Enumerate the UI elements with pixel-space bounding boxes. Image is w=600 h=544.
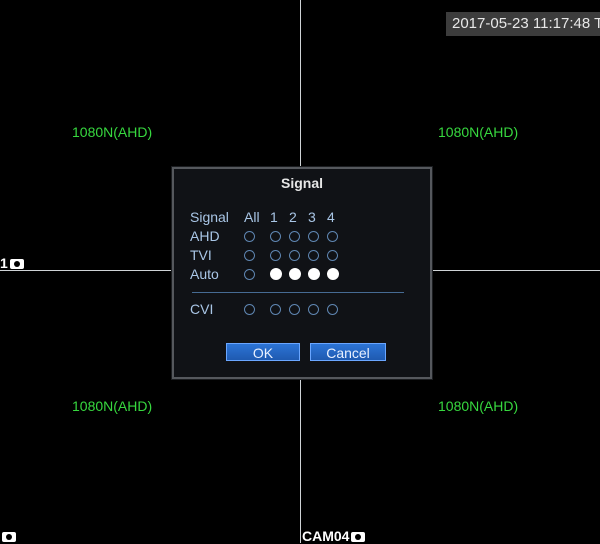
radio-tvi-all[interactable] xyxy=(244,250,255,261)
dialog-title: Signal xyxy=(280,175,323,191)
cancel-button[interactable]: Cancel xyxy=(310,343,386,361)
cam04-label-text: CAM04 xyxy=(302,528,350,544)
radio-ahd-ch3[interactable] xyxy=(308,231,319,242)
section-divider xyxy=(192,292,404,293)
signal-row-tvi: TVI xyxy=(190,247,420,266)
camera-icon xyxy=(351,532,366,543)
dvr-screen: 2017-05-23 11:17:48 T 1080N(AHD) 1080N(A… xyxy=(0,0,600,544)
camera-icon xyxy=(9,259,24,270)
row-label-ahd: AHD xyxy=(190,228,220,244)
radio-tvi-ch1[interactable] xyxy=(270,250,281,261)
row-label-auto: Auto xyxy=(190,266,219,282)
header-signal-label: Signal xyxy=(190,209,229,225)
radio-auto-ch2[interactable] xyxy=(289,268,301,280)
header-channel-1: 1 xyxy=(270,209,278,225)
signal-row-auto: Auto xyxy=(190,266,420,285)
cam04-label: CAM04 xyxy=(302,528,366,544)
signal-header-row: Signal All 1 2 3 4 xyxy=(190,209,420,228)
channel-2-resolution: 1080N(AHD) xyxy=(438,124,519,140)
radio-ahd-all[interactable] xyxy=(244,231,255,242)
radio-cvi-all[interactable] xyxy=(244,304,255,315)
radio-auto-ch4[interactable] xyxy=(327,268,339,280)
header-channel-2: 2 xyxy=(289,209,297,225)
radio-auto-ch1[interactable] xyxy=(270,268,282,280)
header-channel-4: 4 xyxy=(327,209,335,225)
radio-cvi-ch2[interactable] xyxy=(289,304,300,315)
radio-ahd-ch1[interactable] xyxy=(270,231,281,242)
radio-auto-ch3[interactable] xyxy=(308,268,320,280)
radio-tvi-ch3[interactable] xyxy=(308,250,319,261)
signal-row-ahd: AHD xyxy=(190,228,420,247)
radio-tvi-ch2[interactable] xyxy=(289,250,300,261)
radio-auto-all[interactable] xyxy=(244,269,255,280)
row-label-tvi: TVI xyxy=(190,247,212,263)
timestamp: 2017-05-23 11:17:48 T xyxy=(446,12,600,36)
channel-4-resolution: 1080N(AHD) xyxy=(438,398,519,414)
channel-3-resolution: 1080N(AHD) xyxy=(72,398,153,414)
signal-dialog: Signal Signal All 1 2 3 4 AHD TVI Auto C… xyxy=(172,167,432,379)
signal-table: Signal All 1 2 3 4 AHD TVI Auto xyxy=(190,209,420,285)
channel-1-resolution: 1080N(AHD) xyxy=(72,124,153,140)
header-channel-3: 3 xyxy=(308,209,316,225)
cam01-label-text: 1 xyxy=(0,255,8,271)
header-all: All xyxy=(244,209,260,225)
cam01-label: 1 xyxy=(0,255,24,271)
camera-icon xyxy=(2,532,16,543)
ok-button[interactable]: OK xyxy=(226,343,300,361)
signal-row-cvi: CVI xyxy=(190,301,420,320)
radio-cvi-ch4[interactable] xyxy=(327,304,338,315)
radio-cvi-ch1[interactable] xyxy=(270,304,281,315)
radio-cvi-ch3[interactable] xyxy=(308,304,319,315)
radio-tvi-ch4[interactable] xyxy=(327,250,338,261)
row-label-cvi: CVI xyxy=(190,301,214,317)
radio-ahd-ch2[interactable] xyxy=(289,231,300,242)
radio-ahd-ch4[interactable] xyxy=(327,231,338,242)
cam03-label xyxy=(0,528,16,544)
